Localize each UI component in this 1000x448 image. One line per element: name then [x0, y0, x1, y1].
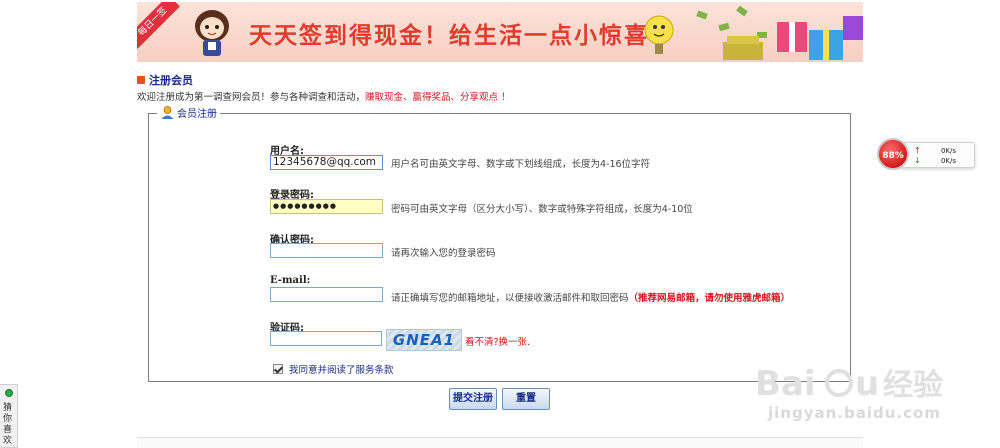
email-label: E-mail: [270, 275, 311, 286]
section-title-text: 注册会员 [149, 74, 193, 87]
guess-you-like-label: 猜你喜欢 [3, 403, 13, 446]
captcha-image[interactable]: GNEA1 [386, 329, 462, 351]
username-input[interactable]: 12345678@qq.com [270, 155, 383, 170]
top-banner[interactable]: 每日一签 天天签到得现金！给生活一点小惊喜 [137, 2, 863, 62]
memory-percent-ball[interactable]: 88% [877, 138, 909, 170]
email-input[interactable] [270, 287, 383, 302]
download-speed: ↓ 0K/s [914, 156, 956, 165]
download-arrow-icon: ↓ [914, 156, 921, 165]
agree-terms: 我同意并阅读了服务条款 [273, 362, 394, 376]
footer-strip [137, 437, 863, 448]
download-speed-value: 0K/s [940, 157, 956, 165]
svg-text:u: u [855, 364, 879, 404]
watermark-url: jingyan.baidu.com [768, 404, 941, 422]
form-legend: 会员注册 [157, 105, 220, 120]
member-avatar-icon [161, 106, 174, 119]
welcome-highlight: 赚取现金、赢得奖品、分享观点 ！ [365, 92, 511, 103]
agree-terms-link[interactable]: 我同意并阅读了服务条款 [289, 362, 394, 376]
daily-sign-ribbon: 每日一签 [137, 2, 180, 49]
register-form: 会员注册 用户名: 12345678@qq.com 用户名可由英文字母、数字或下… [148, 105, 851, 382]
status-dot-icon [5, 389, 13, 397]
username-hint: 用户名可由英文字母、数字或下划线组成，长度为4-16位字符 [391, 159, 651, 170]
baidu-watermark-logo: Bai u 经验 [755, 364, 943, 404]
upload-speed: ↑ 0K/s [914, 146, 956, 155]
gifts-coins-decoration [644, 5, 863, 60]
submit-register-button[interactable]: 提交注册 [449, 388, 497, 410]
captcha-refresh-link[interactable]: 看不清?换一张. [465, 334, 530, 348]
network-speed-widget[interactable]: ↑ 0K/s ↓ 0K/s 88% [877, 138, 975, 170]
welcome-prefix: 欢迎注册成为第一调查网会员！参与各种调查和活动， [137, 92, 366, 103]
section-title: 注册会员 [137, 72, 193, 88]
svg-text:经验: 经验 [883, 368, 943, 403]
upload-arrow-icon: ↑ [914, 146, 921, 155]
upload-speed-value: 0K/s [940, 147, 956, 155]
email-hint-warning: （推荐网易邮箱，请勿使用雅虎邮箱） [628, 293, 791, 304]
bullet-icon [137, 76, 145, 84]
welcome-text: 欢迎注册成为第一调查网会员！参与各种调查和活动，赚取现金、赢得奖品、分享观点 ！ [137, 89, 511, 103]
password-hint: 密码可由英文字母（区分大小写）、数字或特殊字符组成，长度为4-10位 [391, 204, 693, 215]
svg-text:Bai: Bai [755, 364, 816, 404]
email-hint-text: 请正确填写您的邮箱地址，以便接收激活邮件和取回密码 [391, 293, 629, 304]
email-hint: 请正确填写您的邮箱地址，以便接收激活邮件和取回密码（推荐网易邮箱，请勿使用雅虎邮… [391, 290, 790, 304]
banner-slogan: 天天签到得现金！给生活一点小惊喜 [249, 23, 649, 49]
password-input[interactable]: ●●●●●●●●● [270, 199, 383, 214]
cartoon-girl-icon [195, 10, 229, 56]
confirm-password-hint: 请再次输入您的登录密码 [391, 248, 496, 259]
agree-checkbox[interactable] [273, 364, 283, 374]
form-legend-text: 会员注册 [177, 109, 217, 120]
guess-you-like-tab[interactable]: 猜你喜欢 [0, 384, 18, 448]
confirm-password-input[interactable] [270, 243, 383, 258]
captcha-input[interactable] [270, 331, 382, 346]
reset-button[interactable]: 重置 [502, 388, 550, 410]
